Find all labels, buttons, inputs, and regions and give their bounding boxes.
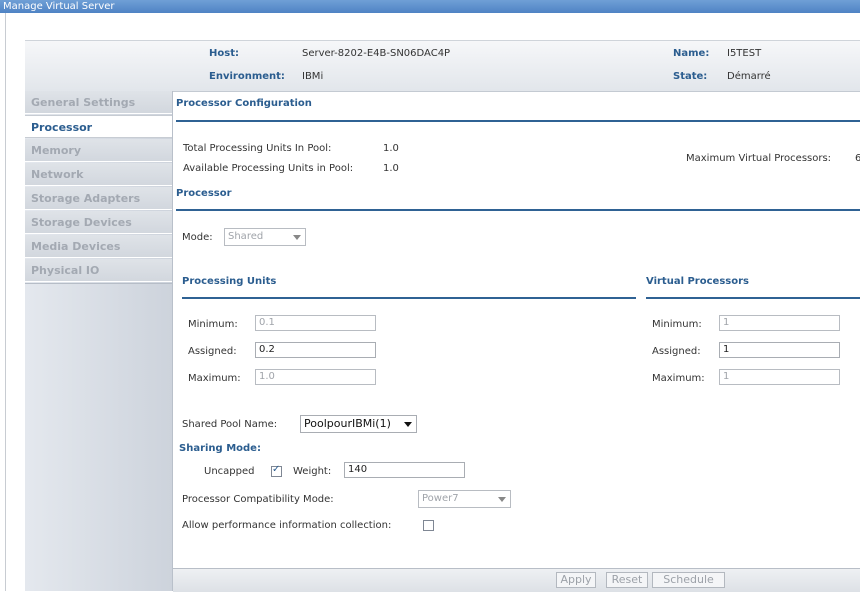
uncapped-checkbox[interactable] — [271, 464, 282, 477]
vp-minimum-label: Minimum: — [652, 319, 702, 330]
processor-title: Processor — [176, 188, 232, 199]
vp-assigned-input[interactable]: 1 — [719, 342, 840, 358]
environment-value: IBMi — [302, 71, 324, 82]
max-virtual-processors-value: 6 — [855, 153, 860, 164]
uncapped-label: Uncapped — [204, 466, 255, 477]
sidebar-item-storage-devices[interactable]: Storage Devices — [25, 211, 172, 234]
chevron-down-icon — [293, 235, 301, 240]
name-value: I5TEST — [727, 48, 762, 59]
perf-collection-checkbox[interactable] — [423, 520, 434, 531]
host-value: Server-8202-E4B-SN06DAC4P — [302, 48, 451, 59]
chevron-down-icon — [498, 497, 506, 502]
virtual-processors-title: Virtual Processors — [646, 276, 749, 287]
mode-label: Mode: — [182, 232, 213, 243]
name-label: Name: — [673, 48, 710, 59]
total-pool-value: 1.0 — [383, 143, 399, 154]
window-title: Manage Virtual Server — [0, 0, 860, 13]
weight-input[interactable]: 140 — [344, 462, 465, 478]
section-divider — [646, 297, 860, 299]
total-pool-label: Total Processing Units In Pool: — [183, 143, 332, 154]
chevron-down-icon — [404, 422, 412, 427]
vp-minimum-input[interactable]: 1 — [719, 315, 840, 331]
mode-select[interactable]: Shared — [224, 228, 306, 246]
sidebar-item-general-settings[interactable]: General Settings — [25, 91, 172, 114]
server-info-header: Host: Server-8202-E4B-SN06DAC4P Environm… — [25, 40, 860, 92]
section-divider — [176, 209, 860, 211]
pu-assigned-label: Assigned: — [188, 346, 237, 357]
sharing-mode-title: Sharing Mode: — [179, 443, 261, 454]
vp-assigned-label: Assigned: — [652, 346, 701, 357]
pu-minimum-input[interactable]: 0.1 — [255, 315, 376, 331]
processing-units-title: Processing Units — [182, 276, 277, 287]
apply-button[interactable]: Apply — [556, 572, 596, 588]
vp-maximum-input[interactable]: 1 — [719, 369, 840, 385]
sidebar-item-memory[interactable]: Memory — [25, 139, 172, 162]
pu-maximum-input[interactable]: 1.0 — [255, 369, 376, 385]
processor-configuration-title: Processor Configuration — [176, 98, 312, 109]
perf-collection-label: Allow performance information collection… — [182, 520, 392, 531]
sidebar-nav: General Settings Processor Memory Networ… — [25, 91, 173, 591]
pu-maximum-label: Maximum: — [188, 373, 241, 384]
section-divider — [182, 297, 636, 299]
host-label: Host: — [209, 48, 239, 59]
pu-assigned-input[interactable]: 0.2 — [255, 342, 376, 358]
section-divider — [176, 120, 860, 122]
state-label: State: — [673, 71, 708, 82]
vp-maximum-label: Maximum: — [652, 373, 705, 384]
compatibility-mode-value: Power7 — [422, 493, 459, 504]
mode-select-value: Shared — [228, 231, 264, 242]
shared-pool-select[interactable]: PoolpourIBMi(1) — [300, 415, 417, 433]
sidebar-item-network[interactable]: Network — [25, 163, 172, 186]
compatibility-mode-label: Processor Compatibility Mode: — [182, 494, 334, 505]
shared-pool-label: Shared Pool Name: — [182, 419, 278, 430]
sidebar-divider — [25, 283, 172, 284]
sidebar-item-media-devices[interactable]: Media Devices — [25, 235, 172, 258]
environment-label: Environment: — [209, 71, 285, 82]
pu-minimum-label: Minimum: — [188, 319, 238, 330]
action-bar: Apply Reset Schedule — [173, 568, 860, 592]
available-pool-value: 1.0 — [383, 163, 399, 174]
sidebar-item-physical-io[interactable]: Physical IO — [25, 259, 172, 282]
sidebar-item-storage-adapters[interactable]: Storage Adapters — [25, 187, 172, 210]
compatibility-mode-select[interactable]: Power7 — [418, 490, 511, 508]
weight-label: Weight: — [293, 466, 332, 477]
available-pool-label: Available Processing Units in Pool: — [183, 163, 354, 174]
max-virtual-processors-label: Maximum Virtual Processors: — [686, 153, 832, 164]
shared-pool-value: PoolpourIBMi(1) — [304, 417, 391, 430]
state-value: Démarré — [727, 71, 771, 82]
reset-button[interactable]: Reset — [606, 572, 648, 588]
schedule-button[interactable]: Schedule — [652, 572, 725, 588]
sidebar-item-processor[interactable]: Processor — [25, 115, 172, 138]
